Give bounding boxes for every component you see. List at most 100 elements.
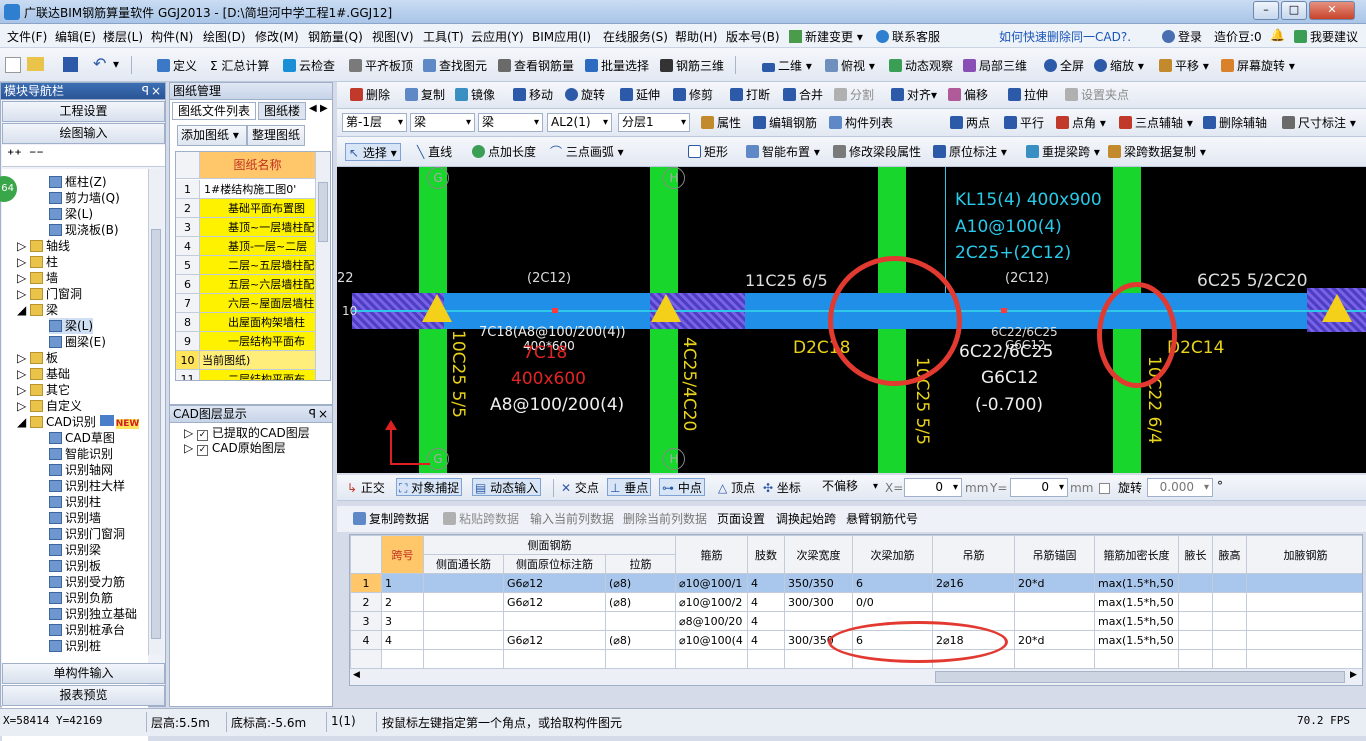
tree-item-cast-slab[interactable]: 现浇板(B) — [49, 222, 119, 238]
menu-online[interactable]: 在线服务(S) — [603, 28, 668, 45]
tree-item-door-window[interactable]: ▷ 门窗洞 — [17, 286, 82, 302]
column-header-drawing-name[interactable]: 图纸名称 — [200, 152, 315, 179]
menu-tools[interactable]: 工具(T) — [423, 28, 464, 45]
page-setup-tool[interactable]: 页面设置 — [717, 510, 765, 528]
table-cell[interactable] — [784, 611, 853, 631]
component-list-button[interactable]: 构件列表 — [829, 114, 893, 132]
table-cell[interactable]: 2 — [350, 592, 382, 612]
menu-component[interactable]: 构件(N) — [151, 28, 193, 45]
table-cell[interactable]: (⌀8) — [605, 592, 676, 612]
table-cell[interactable] — [1246, 611, 1362, 631]
tree-item-slab[interactable]: ▷ 板 — [17, 350, 58, 366]
scroll-left-icon[interactable]: ◀ — [353, 670, 360, 680]
set-grip-button[interactable]: 设置夹点 — [1065, 86, 1129, 104]
line-tool-button[interactable]: ╲ 直线 — [417, 143, 452, 161]
drawing-row[interactable]: 基础平面布置图 — [200, 199, 315, 218]
table-cell[interactable] — [1014, 611, 1095, 631]
menu-version[interactable]: 版本号(B) — [726, 28, 780, 45]
col-hanger-anchor[interactable]: 吊筋锚固 — [1014, 535, 1095, 574]
ortho-toggle[interactable]: ↳ 正交 — [347, 479, 385, 497]
table-cell[interactable]: 4 — [747, 573, 785, 593]
re-extract-span-button[interactable]: 重提梁跨 ▾ — [1026, 143, 1100, 161]
table-cell[interactable] — [423, 592, 504, 612]
zoom-dropdown[interactable]: 缩放 ▾ — [1094, 57, 1144, 75]
table-cell[interactable]: 0/0 — [852, 592, 933, 612]
table-cell[interactable]: 3 — [350, 611, 382, 631]
col-side-rebar[interactable]: 侧面钢筋 — [423, 535, 676, 555]
layer-select[interactable]: 分层1 — [618, 113, 690, 132]
menu-new-change[interactable]: 新建变更 ▾ — [789, 28, 863, 45]
close-icon[interactable]: × — [318, 406, 328, 423]
dynamic-orbit-button[interactable]: 动态观察 — [889, 57, 953, 75]
col-secondary-add[interactable]: 次梁加筋 — [852, 535, 933, 574]
new-file-icon[interactable] — [5, 57, 21, 73]
type1-select[interactable]: 梁 — [410, 113, 475, 132]
two-point-button[interactable]: 两点 — [950, 114, 990, 132]
col-haunch-length[interactable]: 腋长 — [1178, 535, 1213, 574]
tree-item-recognize-pile[interactable]: 识别桩 — [49, 638, 101, 654]
grid-h-scroll-thumb[interactable] — [935, 671, 1345, 683]
parallel-button[interactable]: 平行 — [1004, 114, 1044, 132]
drawing-row[interactable]: 1#楼结构施工图0' — [200, 180, 315, 199]
col-side-in-situ[interactable]: 侧面原位标注筋 — [503, 554, 606, 574]
rotate-button[interactable]: 旋转 — [565, 86, 605, 104]
zaojia-counter[interactable]: 造价豆:0 — [1214, 28, 1262, 45]
screen-rotate-dropdown[interactable]: 屏幕旋转 ▾ — [1221, 57, 1295, 75]
select-tool-button[interactable]: ↖ 选择 ▾ — [345, 143, 401, 161]
minimize-button[interactable]: – — [1253, 1, 1279, 20]
tree-item-custom[interactable]: ▷ 自定义 — [17, 398, 82, 414]
component-name-select[interactable]: AL2(1) — [547, 113, 612, 132]
type2-select[interactable]: 梁 — [478, 113, 543, 132]
tab-scroll-left-icon[interactable]: ◀ — [309, 103, 317, 114]
col-haunch-height[interactable]: 腋高 — [1212, 535, 1247, 574]
table-cell[interactable] — [1246, 630, 1362, 650]
table-cell[interactable] — [1178, 573, 1213, 593]
tab-drawing-floor[interactable]: 图纸楼 — [258, 102, 306, 120]
menu-rebar-qty[interactable]: 钢筋量(Q) — [308, 28, 363, 45]
expand-all-icon[interactable]: ⁺⁺ — [7, 147, 22, 163]
rectangle-button[interactable]: 矩形 — [688, 143, 728, 161]
save-icon[interactable] — [63, 57, 78, 72]
table-cell[interactable] — [1212, 592, 1247, 612]
smart-layout-button[interactable]: 智能布置 ▾ — [746, 143, 820, 161]
tree-item-recognize-col-detail[interactable]: 识别柱大样 — [49, 478, 125, 494]
table-cell[interactable]: 300/300 — [784, 592, 853, 612]
drawing-row[interactable]: 一层结构平面布 — [200, 332, 315, 351]
close-icon[interactable]: × — [151, 83, 161, 100]
tree-item-axis[interactable]: ▷ 轴线 — [17, 238, 70, 254]
report-preview-button[interactable]: 报表预览 — [2, 685, 165, 706]
col-stirrup[interactable]: 箍筋 — [675, 535, 748, 574]
table-cell[interactable] — [423, 611, 504, 631]
table-cell[interactable]: 1 — [381, 573, 424, 593]
three-point-axis-button[interactable]: 三点辅轴 ▾ — [1119, 114, 1193, 132]
table-cell[interactable] — [1014, 592, 1095, 612]
delete-button[interactable]: 删除 — [350, 86, 390, 104]
tree-item-cad-sketch[interactable]: CAD草图 — [49, 430, 115, 446]
tree-item-beam[interactable]: 梁(L) — [49, 206, 93, 222]
drawing-input-button[interactable]: 绘图输入 — [2, 123, 165, 144]
table-cell[interactable] — [503, 611, 606, 631]
menu-contact[interactable]: 联系客服 — [876, 28, 940, 45]
add-drawing-dropdown[interactable]: 添加图纸 ▾ — [177, 125, 247, 146]
rotate-checkbox[interactable] — [1099, 483, 1110, 494]
view-rebar-qty-button[interactable]: 查看钢筋量 — [498, 57, 574, 75]
table-cell[interactable] — [1178, 630, 1213, 650]
table-cell[interactable]: 3 — [381, 611, 424, 631]
tree-item-wall[interactable]: ▷ 墙 — [17, 270, 58, 286]
menu-edit[interactable]: 编辑(E) — [55, 28, 96, 45]
col-tie[interactable]: 拉筋 — [605, 554, 676, 574]
tree-item-column[interactable]: ▷ 柱 — [17, 254, 58, 270]
scroll-right-icon[interactable]: ▶ — [1350, 670, 1357, 680]
table-cell[interactable]: max(1.5*h,50 — [1094, 630, 1179, 650]
table-cell[interactable] — [932, 592, 1015, 612]
top-view-dropdown[interactable]: 俯视 ▾ — [825, 57, 875, 75]
break-button[interactable]: 打断 — [730, 86, 770, 104]
table-cell[interactable]: ⌀10@100/1 — [675, 573, 748, 593]
tree-item-shear-wall[interactable]: 剪力墙(Q) — [49, 190, 120, 206]
help-question-link[interactable]: 如何快速删除同一CAD?. — [999, 28, 1131, 45]
table-cell[interactable]: 1 — [350, 573, 382, 593]
in-situ-label-button[interactable]: 原位标注 ▾ — [933, 143, 1007, 161]
tree-item-recognize-wall[interactable]: 识别墙 — [49, 510, 101, 526]
tree-item-recognize-slab[interactable]: 识别板 — [49, 558, 101, 574]
move-button[interactable]: 移动 — [513, 86, 553, 104]
